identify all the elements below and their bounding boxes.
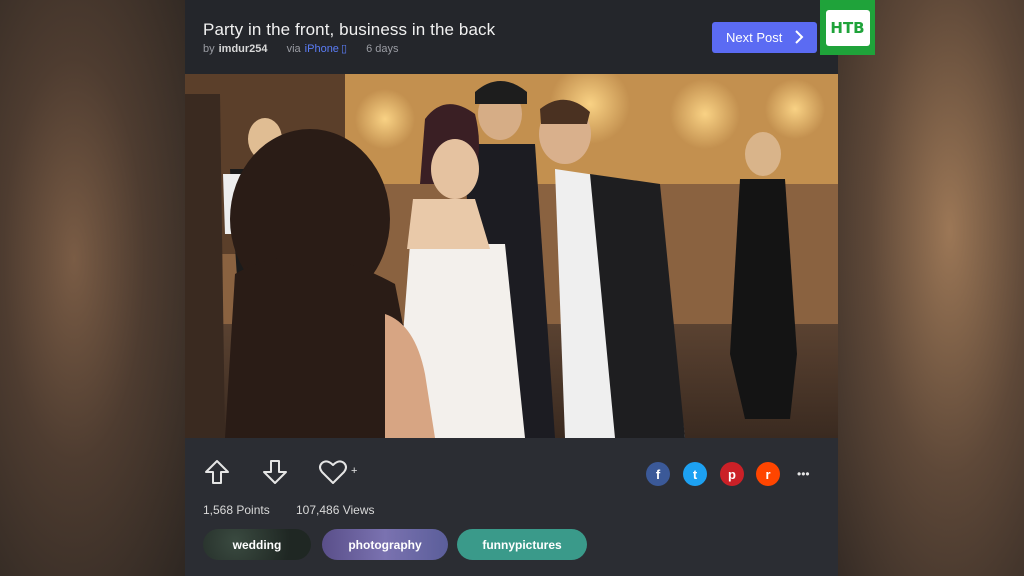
downvote-arrow-icon[interactable] <box>261 458 289 486</box>
facebook-icon: f <box>655 466 661 482</box>
post-header: Party in the front, business in the back… <box>185 0 838 74</box>
background-blur-left <box>0 0 185 576</box>
twitter-icon: t <box>692 466 698 482</box>
views-count: 107,486 Views <box>296 503 375 517</box>
tag-label: funnypictures <box>482 537 562 552</box>
chevron-right-icon <box>795 30 804 44</box>
post-actions: + f t p r ••• 1,568 Points 107,486 Views… <box>185 438 838 576</box>
next-post-button[interactable]: Next Post <box>712 22 817 53</box>
tag-photography[interactable]: photography <box>322 529 448 560</box>
phone-icon: ▯ <box>340 43 347 55</box>
reddit-share-button[interactable]: r <box>756 462 780 486</box>
tag-label: photography <box>348 537 422 552</box>
post-panel: Party in the front, business in the back… <box>185 0 838 576</box>
tag-funnypictures[interactable]: funnypictures <box>457 529 587 560</box>
tag-wedding[interactable]: wedding <box>203 529 311 560</box>
pinterest-share-button[interactable]: p <box>720 462 744 486</box>
logo-mark: НТВ <box>825 9 870 46</box>
ntv-logo: НТВ <box>820 0 875 55</box>
upvote-arrow-icon[interactable] <box>203 458 231 486</box>
pinterest-icon: p <box>728 466 736 482</box>
post-meta: by imdur254 via iPhone ▯ 6 days <box>203 42 402 55</box>
post-age: 6 days <box>366 43 399 55</box>
author-link[interactable]: imdur254 <box>219 43 268 55</box>
wedding-photo <box>185 74 838 438</box>
background-blur-right <box>838 0 1024 576</box>
heart-icon[interactable] <box>318 458 348 486</box>
via-source-link[interactable]: iPhone <box>305 43 339 55</box>
more-options-button[interactable]: ••• <box>797 467 810 481</box>
next-post-label: Next Post <box>726 30 783 45</box>
points-count: 1,568 Points <box>203 503 270 517</box>
facebook-share-button[interactable]: f <box>646 462 670 486</box>
tag-label: wedding <box>232 537 282 552</box>
twitter-share-button[interactable]: t <box>683 462 707 486</box>
favorite-plus: + <box>351 465 358 477</box>
post-title: Party in the front, business in the back <box>203 20 496 39</box>
post-image[interactable] <box>185 74 838 438</box>
by-label: by <box>203 43 215 55</box>
reddit-icon: r <box>765 466 771 482</box>
via-label: via <box>286 43 301 55</box>
